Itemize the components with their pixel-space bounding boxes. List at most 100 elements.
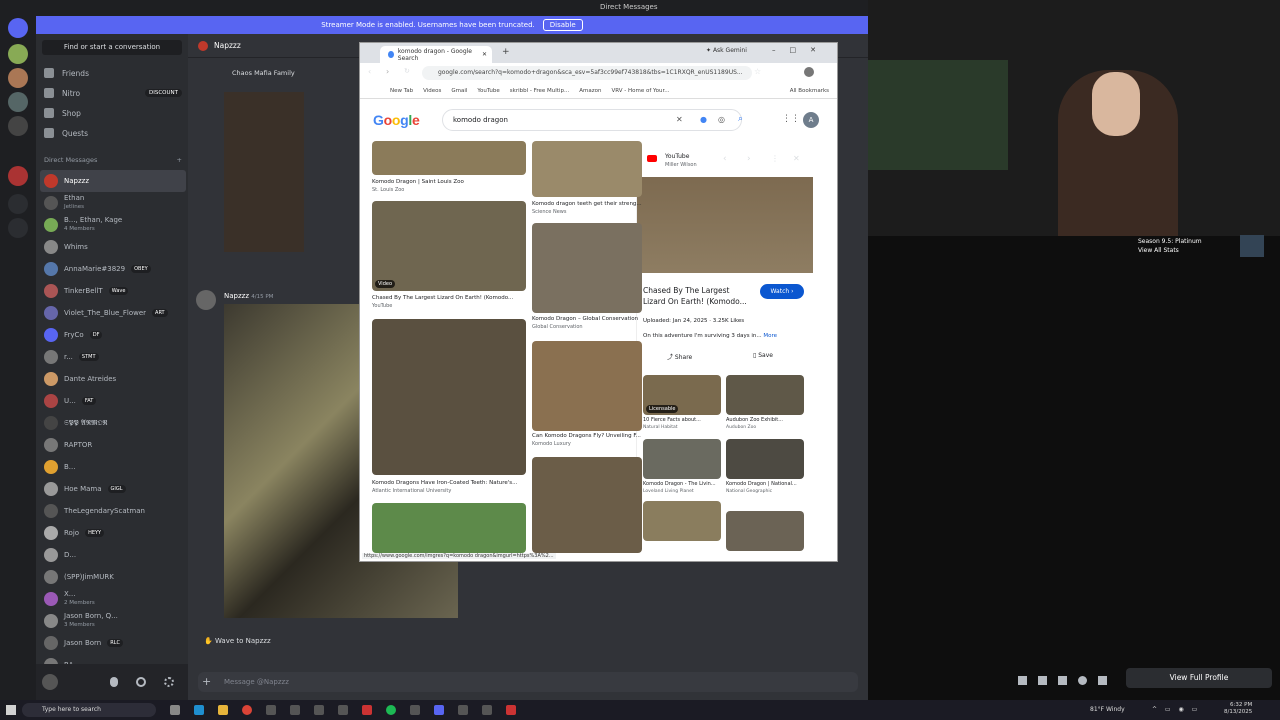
preview-title[interactable]: Chased By The Largest Lizard On Earth! (… (643, 285, 753, 307)
server-icon[interactable] (8, 92, 28, 112)
clear-search-icon[interactable]: ✕ (676, 115, 683, 124)
settings-icon[interactable] (164, 677, 174, 687)
result-image[interactable] (532, 141, 642, 197)
dm-item[interactable]: AnnaMarie#3829 OBEY (40, 258, 186, 280)
dm-item[interactable]: Napzzz (40, 170, 186, 192)
dm-item[interactable]: Ethan Jetlines (40, 192, 186, 214)
result-caption[interactable]: Can Komodo Dragons Fly? Unveiling F... (532, 433, 642, 439)
app-icon[interactable] (410, 705, 420, 715)
bookmark-item[interactable]: New Tab (390, 88, 413, 94)
dm-item[interactable]: Rojo HEYY (40, 522, 186, 544)
dm-item[interactable]: TheLegendaryScatman (40, 500, 186, 522)
sticker-icon[interactable] (1058, 676, 1067, 685)
result-caption[interactable]: Komodo dragon teeth get their streng... (532, 201, 642, 207)
profile-icon[interactable] (804, 67, 814, 77)
google-logo[interactable]: Google (373, 112, 420, 128)
result-image[interactable]: Video (372, 201, 526, 291)
clock[interactable]: 6:32 PM 8/13/2025 (1224, 702, 1252, 716)
dm-item[interactable]: D... (40, 544, 186, 566)
app-icon[interactable] (314, 705, 324, 715)
next-icon[interactable]: › (747, 154, 751, 164)
prev-icon[interactable]: ‹ (723, 154, 727, 164)
related-image[interactable]: Licensable (643, 375, 721, 415)
bookmark-item[interactable]: YouTube (477, 88, 499, 94)
related-caption[interactable]: 10 Fierce Facts about... (643, 417, 721, 423)
related-image[interactable] (726, 439, 804, 479)
stats-link[interactable]: View All Stats (1138, 246, 1202, 255)
dm-item[interactable]: 𝕾𝕻𝕻 𝕬𝕽𝕸𝕺𝕽 (40, 412, 186, 434)
photo-attachment[interactable] (224, 92, 304, 252)
result-image[interactable] (532, 457, 642, 553)
forward-icon[interactable]: › (386, 67, 389, 76)
more-options-icon[interactable]: ⋮ (771, 154, 779, 163)
result-source[interactable]: Komodo Luxury (532, 441, 571, 447)
bookmark-item[interactable]: skribbl - Free Multip... (510, 88, 569, 94)
reload-icon[interactable]: ↻ (404, 67, 410, 75)
dm-item[interactable]: B... (40, 456, 186, 478)
explore-icon[interactable] (8, 218, 28, 238)
create-dm-icon[interactable]: + (177, 156, 182, 164)
close-tab-icon[interactable]: ✕ (482, 51, 487, 58)
dm-item[interactable]: r... STMT (40, 346, 186, 368)
message-author[interactable]: Napzzz 4/15 PM (224, 292, 273, 300)
result-source[interactable]: Atlantic International University (372, 488, 451, 494)
dm-item[interactable]: U... FAT (40, 390, 186, 412)
find-conversation-button[interactable]: Find or start a conversation (42, 40, 182, 55)
search-icon[interactable]: ⌕ (738, 114, 743, 124)
server-icon[interactable] (8, 44, 28, 64)
app-icon[interactable] (458, 705, 468, 715)
new-tab-button[interactable]: + (502, 47, 510, 57)
task-view-icon[interactable] (170, 705, 180, 715)
app-icon[interactable] (266, 705, 276, 715)
weather[interactable]: 81°F Windy (1090, 706, 1125, 713)
headset-icon[interactable] (136, 677, 146, 687)
dm-item[interactable]: B..., Ethan, Kage 4 Members (40, 214, 186, 236)
server-icon[interactable] (8, 68, 28, 88)
app-icon[interactable] (482, 705, 492, 715)
related-image[interactable] (726, 511, 804, 551)
author-avatar[interactable] (196, 290, 216, 310)
chrome-icon[interactable] (242, 705, 252, 715)
spotify-icon[interactable] (386, 705, 396, 715)
nav-quests[interactable]: Quests (44, 124, 182, 142)
server-icon[interactable] (8, 166, 28, 186)
gift-icon[interactable] (1018, 676, 1027, 685)
emoji-icon[interactable] (1078, 676, 1087, 685)
dm-item[interactable]: Whims (40, 236, 186, 258)
file-explorer-icon[interactable] (218, 705, 228, 715)
result-image[interactable] (532, 341, 642, 431)
dm-item[interactable]: Violet_The_Blue_Flower ART (40, 302, 186, 324)
all-bookmarks[interactable]: All Bookmarks (790, 88, 829, 94)
related-source[interactable]: National Geographic (726, 489, 772, 494)
result-source[interactable]: YouTube (372, 303, 392, 309)
share-button[interactable]: ⤴ Share (667, 352, 692, 361)
dm-item[interactable]: Jason Born RLC (40, 632, 186, 654)
wave-button[interactable]: ✋ Wave to Napzzz (204, 637, 271, 645)
voice-search-icon[interactable]: ● (700, 115, 707, 124)
app-icon[interactable] (338, 705, 348, 715)
dm-item[interactable]: Dante Atreides (40, 368, 186, 390)
result-caption[interactable]: Komodo Dragon | Saint Louis Zoo (372, 179, 526, 185)
add-server-icon[interactable] (8, 194, 28, 214)
result-source[interactable]: Science News (532, 209, 566, 215)
app-icon[interactable] (506, 705, 516, 715)
edge-icon[interactable] (194, 705, 204, 715)
related-source[interactable]: Loveland Living Planet (643, 489, 694, 494)
lens-icon[interactable]: ◎ (718, 115, 725, 124)
related-source[interactable]: Audubon Zoo (726, 425, 756, 430)
related-caption[interactable]: Komodo Dragon | National... (726, 481, 804, 487)
preview-image[interactable] (637, 177, 813, 273)
related-image[interactable] (643, 439, 721, 479)
result-source[interactable]: Global Conservation (532, 324, 583, 330)
tab-google-search[interactable]: komodo dragon - Google Search ✕ (380, 46, 492, 63)
bookmark-item[interactable]: Videos (423, 88, 441, 94)
result-image[interactable] (532, 223, 642, 313)
windows-start-icon[interactable] (6, 705, 16, 715)
related-image[interactable] (643, 501, 721, 541)
address-bar[interactable]: google.com/search?q=komodo+dragon&sca_es… (422, 66, 752, 80)
dm-item[interactable]: (SPP)JimMURK (40, 566, 186, 588)
result-caption[interactable]: Komodo Dragons Have Iron-Coated Teeth: N… (372, 480, 526, 486)
related-caption[interactable]: Komodo Dragon - The Livin... (643, 481, 721, 487)
apps-grid-icon[interactable]: ⋮⋮ (782, 114, 800, 124)
result-caption[interactable]: Chased By The Largest Lizard On Earth! (… (372, 295, 526, 301)
